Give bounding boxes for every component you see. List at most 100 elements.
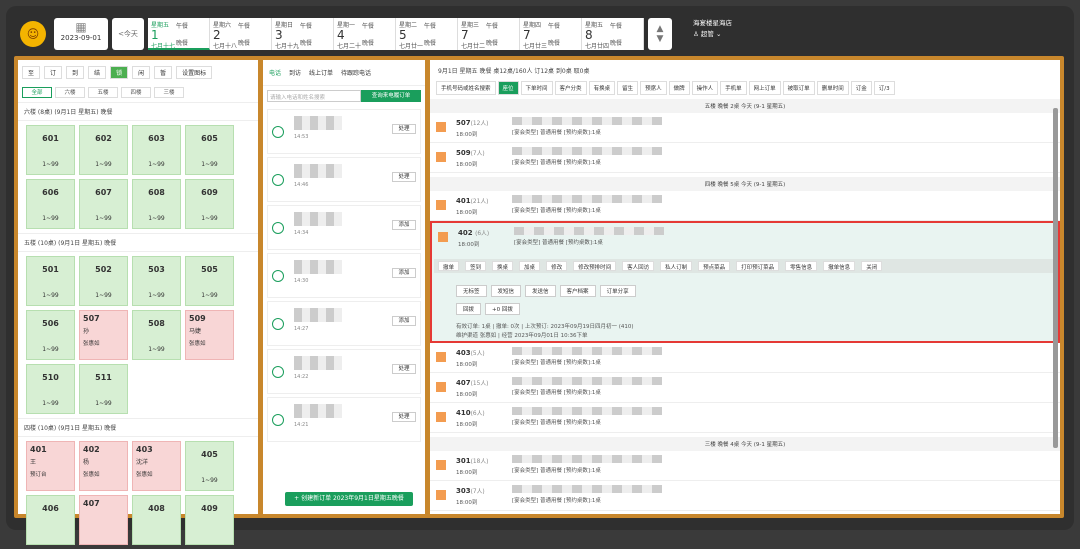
day-4[interactable]: 星期二 5 七月廿一 午餐 晚餐 — [396, 18, 458, 50]
day-2[interactable]: 星期日 3 七月十九 午餐 晚餐 — [272, 18, 334, 50]
day-1[interactable]: 星期六 2 七月十八 午餐 晚餐 — [210, 18, 272, 50]
table-card[interactable]: 505 1~99 — [185, 256, 234, 306]
call-tab[interactable]: 到访 — [289, 68, 301, 77]
call-tab[interactable]: 待跟踪电话 — [341, 68, 371, 77]
call-search-input[interactable]: 请输入电话和姓名搜索 — [267, 90, 361, 102]
order-action[interactable]: 签到 — [465, 261, 487, 271]
order-row[interactable]: 507(12人) 18:00到 [宴会类型] 普通用餐 [预约桌数]:1桌 — [430, 113, 1060, 143]
order-row[interactable]: 410(6人) 18:00到 [宴会类型] 普通用餐 [预约桌数]:1桌 — [430, 403, 1060, 433]
table-card[interactable]: 510 1~99 — [26, 364, 75, 414]
status-chip[interactable]: 设置图标 — [176, 66, 213, 79]
floor-tab[interactable]: 六楼 — [55, 87, 85, 98]
table-card[interactable]: 603 1~99 — [132, 125, 181, 175]
order-action[interactable]: 零售信息 — [785, 261, 818, 271]
order-sort-tab[interactable]: 客户分类 — [554, 81, 587, 95]
user-menu[interactable]: ♙ 超管 ⌄ — [693, 29, 732, 40]
dinner-option[interactable]: 晚餐 — [362, 38, 374, 47]
order-sort-tab[interactable]: 做牌 — [668, 81, 690, 95]
day-6[interactable]: 星期四 7 七月廿三 午餐 晚餐 — [520, 18, 582, 50]
date-picker[interactable]: ▦ 2023-09-01 — [54, 18, 108, 50]
dinner-option[interactable]: 晚餐 — [424, 38, 436, 47]
order-sort-tab[interactable]: 操作人 — [691, 81, 719, 95]
chevron-up-icon[interactable]: ▲ — [657, 24, 664, 34]
lunch-option[interactable]: 午餐 — [362, 21, 374, 30]
table-card[interactable]: 408 — [132, 495, 181, 545]
chevron-down-icon[interactable]: ▼ — [657, 34, 664, 44]
order-sort-tab[interactable]: 订金 — [850, 81, 872, 95]
order-action[interactable]: 换桌 — [492, 261, 514, 271]
day-7[interactable]: 星期五 8 七月廿四 午餐 晚餐 — [582, 18, 644, 50]
status-chip[interactable]: 至 — [22, 66, 41, 79]
table-card[interactable]: 506 1~99 — [26, 310, 75, 360]
day-nav[interactable]: ▲ ▼ — [648, 18, 672, 50]
table-card[interactable]: 606 1~99 — [26, 179, 75, 229]
table-card[interactable]: 409 — [185, 495, 234, 545]
dinner-option[interactable]: 晚餐 — [486, 38, 498, 47]
order-sort-tab[interactable]: 预席人 — [640, 81, 667, 95]
order-tool[interactable]: 订单分享 — [599, 285, 636, 297]
order-tool[interactable]: 客户档案 — [559, 285, 596, 297]
table-card[interactable]: 401 王预订台 — [26, 441, 75, 491]
status-chip[interactable]: 闲 — [132, 66, 151, 79]
table-card[interactable]: 509 马婕 张惠如 — [185, 310, 234, 360]
order-action[interactable]: 关闭 — [861, 261, 883, 271]
dinner-option[interactable]: 晚餐 — [548, 38, 560, 47]
call-action-button[interactable]: 处理 — [392, 364, 416, 374]
lunch-option[interactable]: 午餐 — [548, 21, 560, 30]
order-sort-tab[interactable]: 网上订单 — [748, 81, 781, 95]
order-sort-tab[interactable]: 有换桌 — [588, 81, 616, 95]
order-sort-tab[interactable]: 手机号码或姓名搜索 — [436, 81, 496, 95]
selected-order[interactable]: 402 (6人) 18:00到 [宴会类型] 普通用餐 [预约桌数]:1桌 撤单… — [430, 221, 1060, 343]
table-card[interactable]: 602 1~99 — [79, 125, 128, 175]
order-row[interactable]: 301(18人) 18:00到 [宴会类型] 普通用餐 [预约桌数]:1桌 — [430, 451, 1060, 481]
order-tool[interactable]: 无标签 — [456, 285, 487, 297]
order-action[interactable]: 撤单 — [438, 261, 460, 271]
call-search-button[interactable]: 查询来电履订单 — [361, 90, 421, 102]
call-tab[interactable]: 电话 — [269, 68, 281, 77]
table-card[interactable]: 605 1~99 — [185, 125, 234, 175]
order-sort-tab[interactable]: 订/3 — [873, 81, 895, 95]
order-action[interactable]: 撤单信息 — [823, 261, 856, 271]
status-chip[interactable]: 结 — [88, 66, 107, 79]
table-card[interactable]: 609 1~99 — [185, 179, 234, 229]
lunch-option[interactable]: 午餐 — [424, 21, 436, 30]
table-card[interactable]: 406 — [26, 495, 75, 545]
order-action[interactable]: 预点菜品 — [698, 261, 731, 271]
lunch-option[interactable]: 午餐 — [300, 21, 312, 30]
table-card[interactable]: 502 1~99 — [79, 256, 128, 306]
call-action-button[interactable]: 添加 — [392, 316, 416, 326]
order-row[interactable]: 303(7人) 18:00到 [宴会类型] 普通用餐 [预约桌数]:1桌 — [430, 481, 1060, 511]
call-tab[interactable]: 线上订单 — [309, 68, 333, 77]
order-row[interactable]: 403(5人) 18:00到 [宴会类型] 普通用餐 [预约桌数]:1桌 — [430, 343, 1060, 373]
call-action-button[interactable]: 处理 — [392, 412, 416, 422]
call-action-button[interactable]: 处理 — [392, 124, 416, 134]
call-item[interactable]: 14:53 处理 — [267, 109, 421, 154]
call-action-button[interactable]: 添加 — [392, 268, 416, 278]
order-sort-tab[interactable]: 被取订单 — [782, 81, 815, 95]
call-item[interactable]: 14:22 处理 — [267, 349, 421, 394]
floor-tab[interactable]: 五楼 — [88, 87, 118, 98]
table-card[interactable]: 608 1~99 — [132, 179, 181, 229]
status-chip[interactable]: 锁 — [110, 66, 129, 79]
callback-button[interactable]: 回拨 — [456, 303, 482, 315]
table-card[interactable]: 503 1~99 — [132, 256, 181, 306]
call-item[interactable]: 14:34 添加 — [267, 205, 421, 250]
order-action[interactable]: 客人回访 — [622, 261, 655, 271]
floor-tab[interactable]: 三楼 — [154, 87, 184, 98]
call-action-button[interactable]: 添加 — [392, 220, 416, 230]
status-chip[interactable]: 订 — [44, 66, 63, 79]
day-5[interactable]: 星期三 7 七月廿二 午餐 晚餐 — [458, 18, 520, 50]
order-sort-tab[interactable]: 手机单 — [720, 81, 747, 95]
call-item[interactable]: 14:21 处理 — [267, 397, 421, 442]
order-sort-tab[interactable]: 留生 — [617, 81, 639, 95]
status-chip[interactable]: 暂 — [154, 66, 173, 79]
table-card[interactable]: 501 1~99 — [26, 256, 75, 306]
create-order-button[interactable]: + 创建新订单 2023年9月1日星期五晚餐 — [285, 492, 413, 506]
status-chip[interactable]: 到 — [66, 66, 85, 79]
table-card[interactable]: 507 孙张惠如 — [79, 310, 128, 360]
dinner-option[interactable]: 晚餐 — [238, 38, 250, 47]
table-card[interactable]: 403 沈洋 张惠如 — [132, 441, 181, 491]
order-sort-tab[interactable]: 座位 — [497, 81, 519, 95]
lunch-option[interactable]: 午餐 — [238, 21, 250, 30]
day-3[interactable]: 星期一 4 七月二十 午餐 晚餐 — [334, 18, 396, 50]
